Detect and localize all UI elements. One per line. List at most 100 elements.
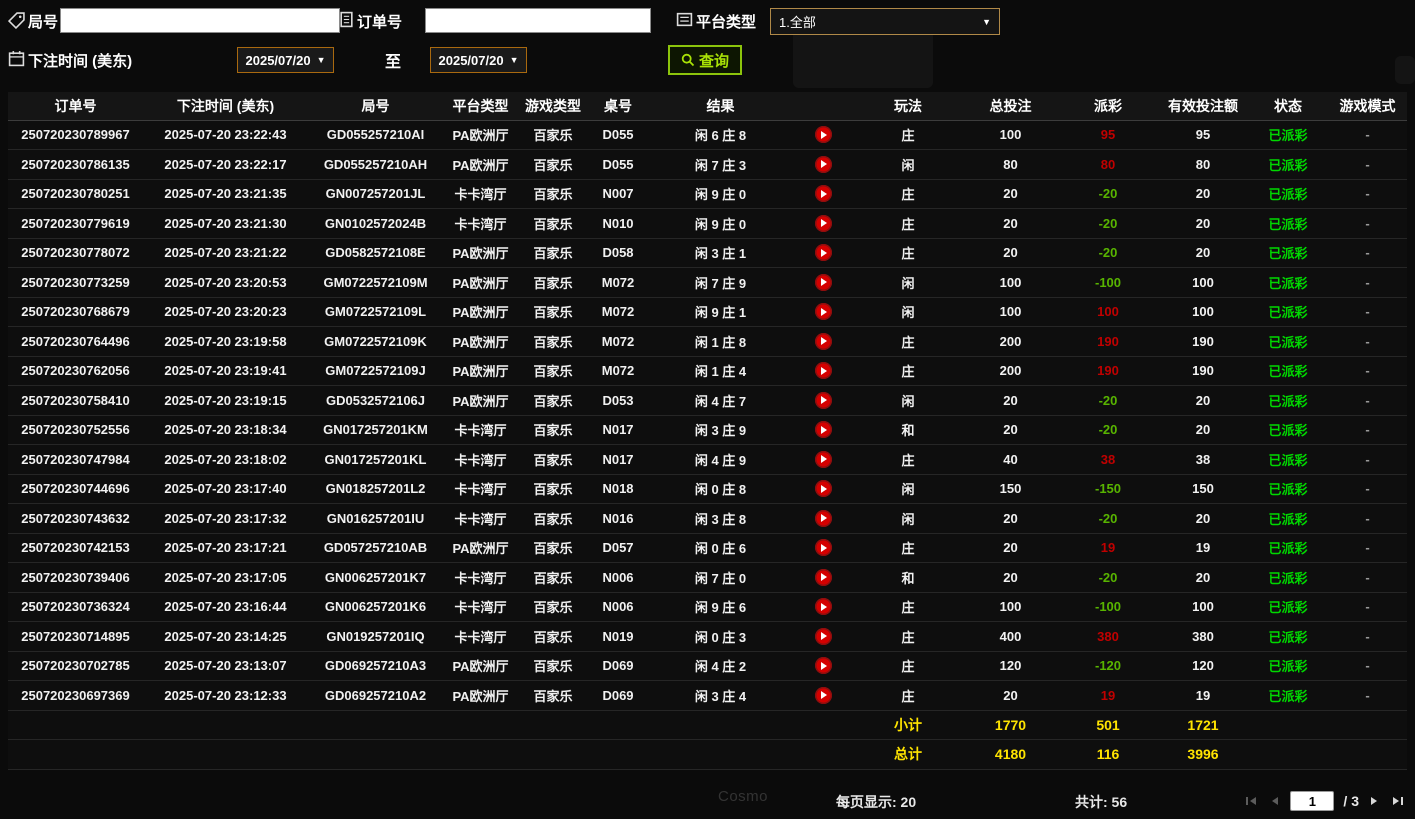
result-cell: 闲 9 庄 6 xyxy=(648,592,793,622)
platform-cell: 卡卡湾厅 xyxy=(443,592,518,622)
play-button[interactable] xyxy=(814,332,832,350)
play-button[interactable] xyxy=(814,362,832,380)
play-button[interactable] xyxy=(814,657,832,675)
replay-cell xyxy=(793,179,853,209)
platform-type-select[interactable]: 1.全部 ▼ xyxy=(770,8,1000,35)
result-cell: 闲 9 庄 0 xyxy=(648,179,793,209)
bet-records-table: 订单号 下注时间 (美东) 局号 平台类型 游戏类型 桌号 结果 玩法 总投注 派彩 有效投注额 状态… xyxy=(8,92,1407,770)
query-button[interactable]: 查询 xyxy=(668,45,742,75)
game-no-cell: GN017257201KM xyxy=(308,415,443,445)
status-cell: 已派彩 xyxy=(1248,179,1328,209)
valid-bet-cell: 20 xyxy=(1158,179,1248,209)
page-input[interactable]: 1 xyxy=(1290,791,1335,811)
play-button[interactable] xyxy=(814,568,832,586)
table-no-cell: N016 xyxy=(588,503,648,534)
platform-type-value: 1.全部 xyxy=(779,15,816,30)
valid-bet-cell: 19 xyxy=(1158,680,1248,711)
play-button[interactable] xyxy=(814,686,832,704)
first-page-icon[interactable] xyxy=(1244,794,1258,808)
total-label-cell: 总计 xyxy=(853,739,963,770)
replay-cell xyxy=(793,208,853,239)
play-button[interactable] xyxy=(814,391,832,409)
platform-cell: PA欧洲厅 xyxy=(443,326,518,357)
bet-type-cell: 庄 xyxy=(853,120,963,150)
date-from-select[interactable]: 2025/07/20 ▼ xyxy=(237,47,334,73)
bet-time-cell: 2025-07-20 23:21:35 xyxy=(143,179,308,209)
game-type-cell: 百家乐 xyxy=(518,474,588,504)
game-no-cell: GM0722572109J xyxy=(308,356,443,386)
replay-cell xyxy=(793,238,853,268)
platform-type-label: 平台类型 xyxy=(696,14,757,31)
platform-cell: 卡卡湾厅 xyxy=(443,208,518,239)
payout-cell: -100 xyxy=(1058,592,1158,622)
prev-page-icon[interactable] xyxy=(1267,794,1281,808)
total-spacer xyxy=(8,710,853,740)
payout-cell: -100 xyxy=(1058,267,1158,298)
play-button[interactable] xyxy=(814,303,832,321)
table-no-cell: N007 xyxy=(588,179,648,209)
play-button[interactable] xyxy=(814,480,832,498)
page-total-label: / 3 xyxy=(1343,793,1359,809)
replay-cell xyxy=(793,474,853,504)
valid-bet-cell: 150 xyxy=(1158,474,1248,504)
valid-bet-cell: 20 xyxy=(1158,208,1248,239)
payout-cell: -20 xyxy=(1058,179,1158,209)
game-no-input[interactable] xyxy=(60,8,340,33)
next-page-icon[interactable] xyxy=(1368,794,1382,808)
result-cell: 闲 7 庄 0 xyxy=(648,562,793,593)
date-to-select[interactable]: 2025/07/20 ▼ xyxy=(430,47,527,73)
bet-type-cell: 庄 xyxy=(853,238,963,268)
table-row: 250720230742153 2025-07-20 23:17:21 GD0572… xyxy=(8,533,1407,563)
play-icon xyxy=(821,337,827,346)
play-icon xyxy=(821,484,827,493)
table-no-cell: D058 xyxy=(588,238,648,268)
column-header: 订单号 xyxy=(8,92,143,121)
result-cell: 闲 9 庄 0 xyxy=(648,208,793,239)
bet-type-cell: 庄 xyxy=(853,621,963,652)
valid-bet-cell: 100 xyxy=(1158,592,1248,622)
bet-time-cell: 2025-07-20 23:21:30 xyxy=(143,208,308,239)
play-button[interactable] xyxy=(814,155,832,173)
status-cell: 已派彩 xyxy=(1248,474,1328,504)
bet-time-cell: 2025-07-20 23:17:32 xyxy=(143,503,308,534)
order-no-cell: 250720230758410 xyxy=(8,385,143,416)
play-button[interactable] xyxy=(814,598,832,616)
game-no-cell: GN006257201K6 xyxy=(308,592,443,622)
mode-cell: - xyxy=(1328,238,1407,268)
play-button[interactable] xyxy=(814,185,832,203)
bet-type-cell: 庄 xyxy=(853,533,963,563)
play-button[interactable] xyxy=(814,627,832,645)
mode-cell: - xyxy=(1328,326,1407,357)
game-type-cell: 百家乐 xyxy=(518,651,588,681)
play-button[interactable] xyxy=(814,421,832,439)
total-bet-cell: 400 xyxy=(963,621,1058,652)
last-page-icon[interactable] xyxy=(1391,794,1405,808)
play-button[interactable] xyxy=(814,214,832,232)
subtotal-row: 小计 1770 501 1721 xyxy=(8,710,1407,740)
play-button[interactable] xyxy=(814,450,832,468)
status-cell: 已派彩 xyxy=(1248,444,1328,475)
order-no-input[interactable] xyxy=(425,8,651,33)
play-button[interactable] xyxy=(814,539,832,557)
payout-cell: 19 xyxy=(1058,533,1158,563)
table-no-cell: D069 xyxy=(588,651,648,681)
game-no-cell: GD0532572106J xyxy=(308,385,443,416)
column-header: 下注时间 (美东) xyxy=(143,92,308,121)
status-cell: 已派彩 xyxy=(1248,562,1328,593)
replay-cell xyxy=(793,621,853,652)
replay-cell xyxy=(793,415,853,445)
valid-bet-cell: 380 xyxy=(1158,621,1248,652)
play-button[interactable] xyxy=(814,244,832,262)
table-no-cell: M072 xyxy=(588,267,648,298)
play-button[interactable] xyxy=(814,126,832,144)
table-row: 250720230789967 2025-07-20 23:22:43 GD0552… xyxy=(8,120,1407,150)
bet-time-cell: 2025-07-20 23:13:07 xyxy=(143,651,308,681)
bet-type-cell: 庄 xyxy=(853,326,963,357)
chevron-down-icon: ▼ xyxy=(509,55,519,65)
valid-bet-cell: 100 xyxy=(1158,297,1248,327)
bet-type-cell: 庄 xyxy=(853,680,963,711)
table-no-cell: D069 xyxy=(588,680,648,711)
play-button[interactable] xyxy=(814,273,832,291)
play-button[interactable] xyxy=(814,509,832,527)
total-bet-cell: 20 xyxy=(963,179,1058,209)
